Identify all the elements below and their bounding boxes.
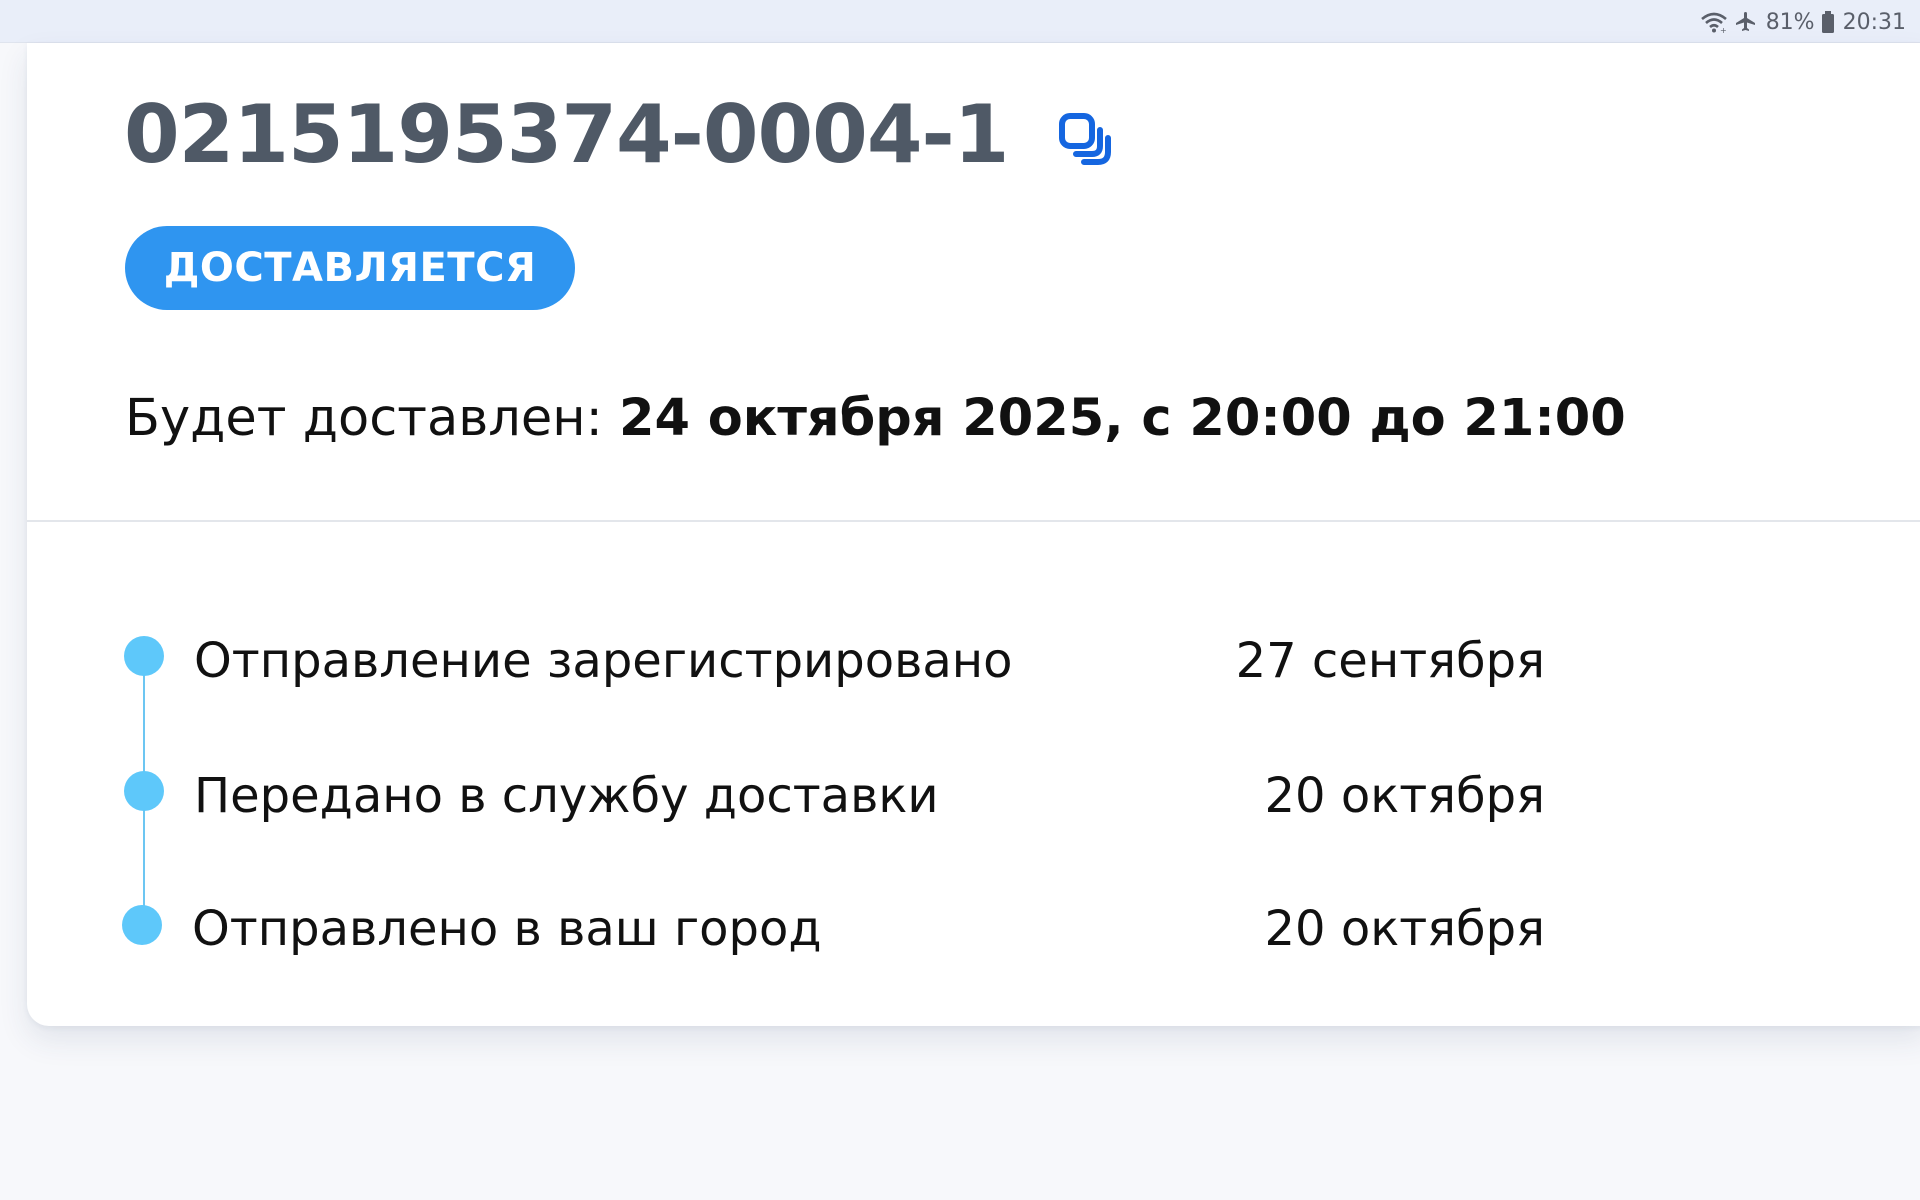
timeline-event-title: Отправление зарегистрировано [194, 633, 1013, 689]
svg-text:+: + [1720, 26, 1727, 33]
timeline-event-date: 20 октября [1264, 901, 1545, 957]
airplane-icon [1734, 10, 1758, 34]
clock: 20:31 [1842, 9, 1906, 35]
timeline-event-title: Передано в службу доставки [194, 768, 939, 824]
status-bar: + 81% 20:31 [0, 0, 1920, 43]
tracking-timeline: Отправление зарегистрировано 27 сентября… [27, 43, 1920, 1026]
timeline-dot [122, 905, 162, 945]
timeline-event-title: Отправлено в ваш город [192, 901, 822, 957]
timeline-dot [124, 636, 164, 676]
status-indicators: + 81% 20:31 [1700, 8, 1906, 36]
timeline-event-date: 27 сентября [1235, 633, 1545, 689]
wifi-icon: + [1700, 11, 1728, 33]
timeline-dot [124, 771, 164, 811]
battery-percent: 81% [1765, 9, 1815, 35]
shipment-card: 0215195374-0004-1 ДОСТАВЛЯЕТСЯ Будет дос… [27, 43, 1920, 1026]
timeline-event-date: 20 октября [1264, 768, 1545, 824]
battery-icon [1821, 10, 1835, 34]
